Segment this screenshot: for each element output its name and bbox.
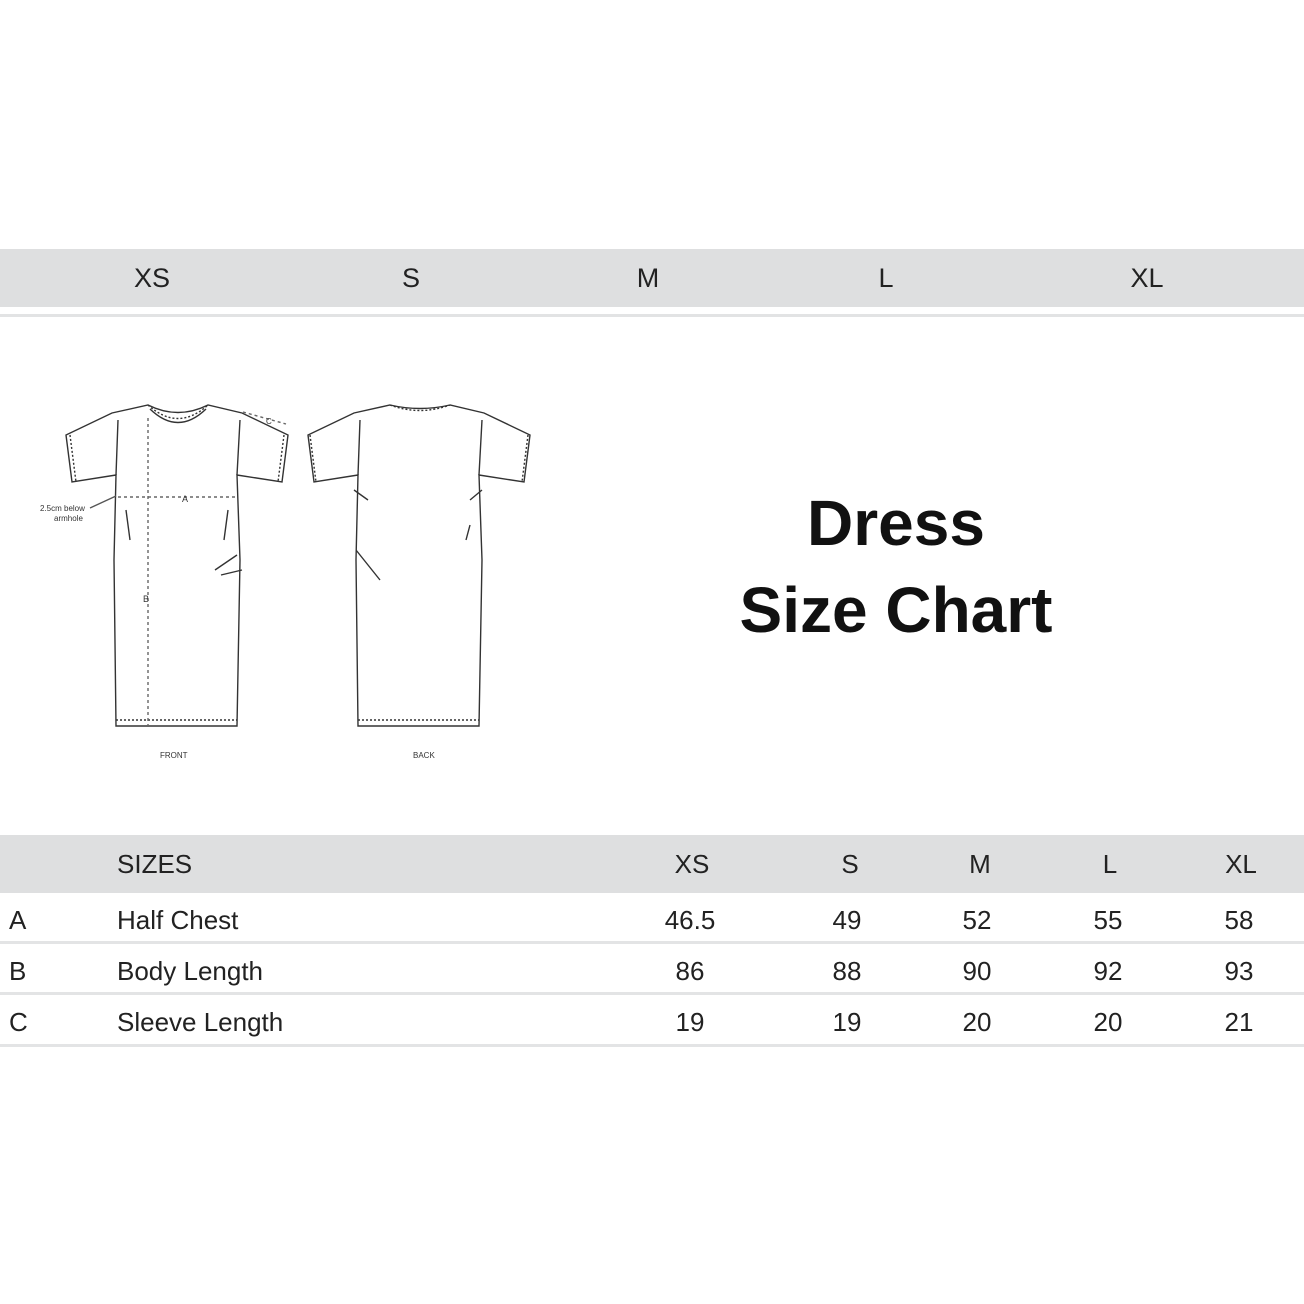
front-dress-outline — [65, 404, 289, 727]
size-table-header: SIZES XS S M L XL — [0, 835, 1304, 893]
sizes-header-label: SIZES — [117, 849, 193, 879]
header-size-xl: XL — [1225, 849, 1257, 879]
marker-b: B — [143, 594, 149, 604]
page-subtitle: Size Chart — [739, 574, 1053, 646]
row-name: Half Chest — [117, 905, 239, 935]
row-name: Body Length — [117, 956, 264, 986]
value-m: 90 — [962, 956, 992, 986]
value-l: 92 — [1093, 956, 1123, 986]
row-code: C — [9, 1007, 28, 1037]
value-l: 20 — [1093, 1007, 1123, 1037]
front-neckline — [147, 404, 209, 420]
size-tab-s[interactable]: S — [402, 249, 420, 307]
marker-c: C — [266, 417, 272, 426]
value-xl: 21 — [1224, 1007, 1254, 1037]
value-xs: 19 — [675, 1007, 705, 1037]
value-s: 19 — [832, 1007, 862, 1037]
page-title: Dress — [807, 487, 985, 559]
value-m: 20 — [962, 1007, 992, 1037]
armhole-note-line1: 2.5cm below — [40, 504, 85, 513]
value-xl: 58 — [1224, 905, 1254, 935]
front-label: FRONT — [160, 751, 188, 760]
table-row: C Sleeve Length 19 19 20 20 21 — [0, 995, 1304, 1045]
row-divider — [0, 1044, 1304, 1047]
dress-technical-drawing: A B C 2.5cm below armhole FRONT BACK — [40, 404, 531, 760]
value-xs: 46.5 — [664, 905, 716, 935]
back-dress-outline — [307, 404, 531, 727]
armhole-note-line2: armhole — [54, 514, 83, 523]
size-tab-m[interactable]: M — [637, 249, 660, 307]
value-s: 88 — [832, 956, 862, 986]
row-code: B — [9, 956, 27, 986]
back-label: BACK — [413, 751, 435, 760]
value-xs: 86 — [675, 956, 705, 986]
value-xl: 93 — [1224, 956, 1254, 986]
marker-a: A — [182, 494, 188, 504]
row-code: A — [9, 905, 27, 935]
value-s: 49 — [832, 905, 862, 935]
header-size-xs: XS — [674, 849, 710, 879]
header-size-m: M — [969, 849, 991, 879]
size-tab-xl[interactable]: XL — [1130, 249, 1163, 307]
value-l: 55 — [1093, 905, 1123, 935]
row-name: Sleeve Length — [117, 1007, 284, 1037]
header-size-s: S — [841, 849, 859, 879]
size-selector-bar: XS S M L XL — [0, 249, 1304, 307]
size-tab-l[interactable]: L — [878, 249, 893, 307]
table-row: B Body Length 86 88 90 92 93 — [0, 944, 1304, 994]
back-neckline — [389, 404, 451, 412]
divider — [0, 314, 1304, 317]
measure-line-c — [242, 411, 287, 425]
table-row: A Half Chest 46.5 49 52 55 58 — [0, 893, 1304, 943]
size-tab-xs[interactable]: XS — [134, 249, 170, 307]
header-size-l: L — [1102, 849, 1118, 879]
value-m: 52 — [962, 905, 992, 935]
